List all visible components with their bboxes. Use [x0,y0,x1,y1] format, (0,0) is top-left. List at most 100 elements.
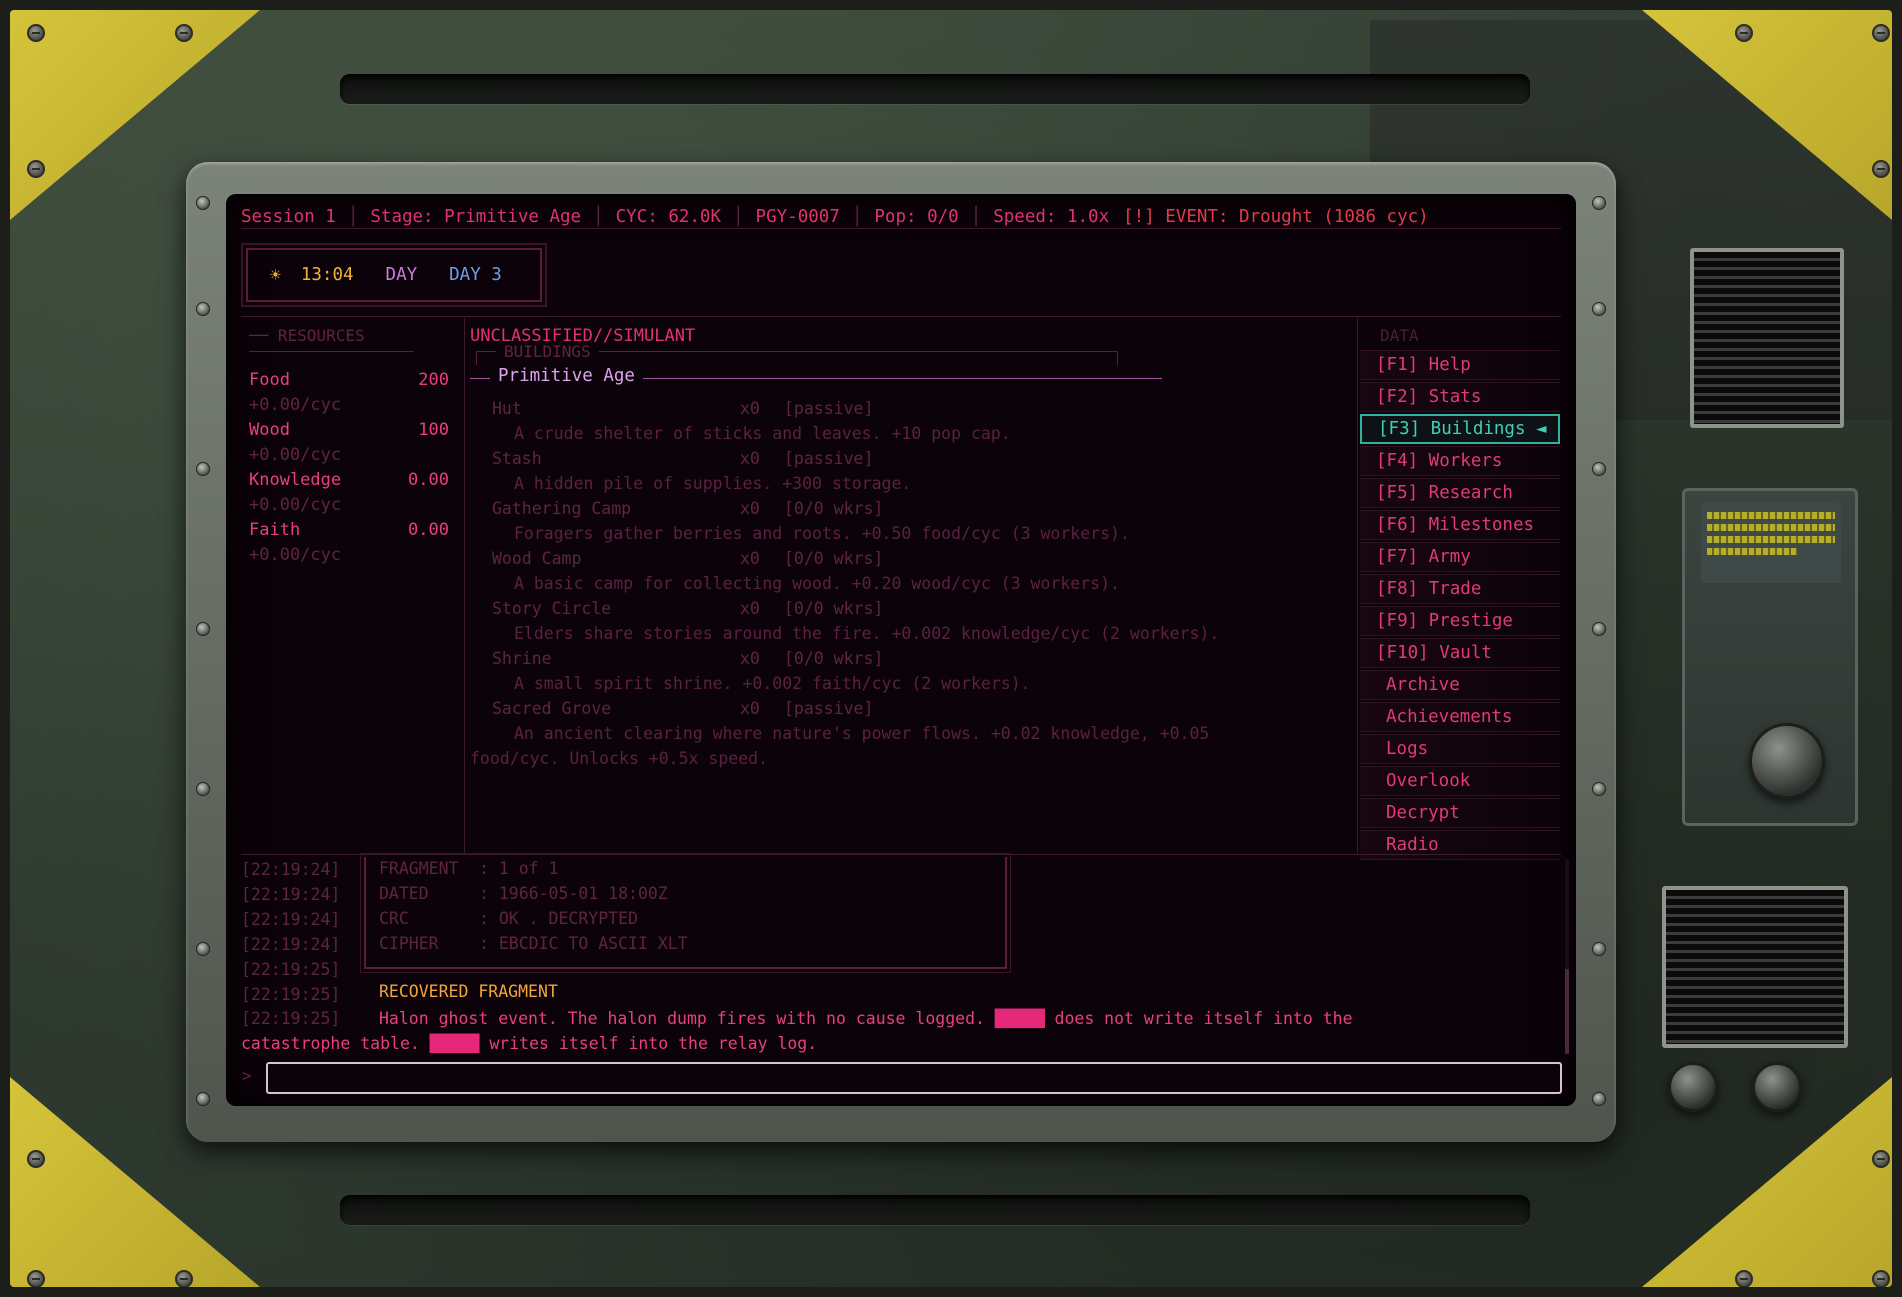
building-row[interactable]: Sacred Grove x0 [passive] [470,696,1350,721]
nav-item-radio[interactable]: Radio [1360,830,1560,860]
status-bar: Session 1 │ Stage: Primitive Age │ CYC: … [241,207,1561,229]
fragment-title: RECOVERED FRAGMENT [379,982,558,1001]
resource-row: Food 200 [249,368,449,393]
resource-rate: +0.00/cyc [249,545,342,565]
fragment-value: : 1 of 1 [479,859,559,878]
screw-icon [1735,1270,1753,1287]
log-panel: [22:19:24] [22:19:24] [22:19:24] [22:19:24]… [241,853,1551,1057]
nav-item-archive[interactable]: Archive [1360,670,1560,700]
building-count: x0 [740,649,760,668]
log-timestamp: [22:19:25] [241,960,341,979]
small-knob-right[interactable] [1752,1062,1802,1112]
dial-knob[interactable] [1749,723,1825,799]
nav-item-army[interactable]: [F7] Army [1360,542,1560,572]
nav-item-overlook[interactable]: Overlook [1360,766,1560,796]
building-name: Shrine [492,649,552,668]
building-mode: [passive] [784,699,874,718]
scrollbar-thumb[interactable] [1565,969,1569,1054]
resource-row: Faith 0.00 [249,518,449,543]
data-nav-panel: DATA [F1] Help [F2] Stats [F3] Buildings ◄… [1357,318,1561,860]
top-slot [340,74,1530,104]
resource-list: Food 200 +0.00/cyc Wood 100 +0.00/cyc Knowledg… [249,368,449,568]
nav-item-logs[interactable]: Logs [1360,734,1560,764]
building-mode: [0/0 wkrs] [784,549,884,568]
separator: │ [733,206,744,227]
building-name: Sacred Grove [492,699,612,718]
pop-label: Pop: 0/0 [874,206,959,227]
building-name: Wood Camp [492,549,582,568]
log-timestamp: [22:19:25] [241,985,341,1004]
fragment-key: FRAGMENT [379,859,459,878]
building-row[interactable]: Gathering Camp x0 [0/0 wkrs] [470,496,1350,521]
log-scrollbar[interactable] [1565,859,1569,1054]
resource-name: Knowledge [249,470,342,490]
building-row[interactable]: Story Circle x0 [0/0 wkrs] [470,596,1350,621]
fragment-key: CRC [379,909,409,928]
nav-item-workers[interactable]: [F4] Workers [1360,446,1560,476]
building-count: x0 [740,549,760,568]
building-count: x0 [740,499,760,518]
fragment-key: DATED [379,884,429,903]
resources-panel: ── RESOURCES Food 200 +0.00/cyc Wood 100 +0.0… [241,318,465,854]
building-description: A small spirit shrine. +0.002 faith/cyc … [514,674,1031,693]
sun-icon: ☀ [270,264,281,286]
small-knob-left[interactable] [1668,1062,1718,1112]
building-description: A hidden pile of supplies. +300 storage. [514,474,912,493]
log-timestamp: [22:19:24] [241,860,341,879]
nav-item-help[interactable]: [F1] Help [1360,350,1560,380]
building-description: A basic camp for collecting wood. +0.20 … [514,574,1120,593]
day-counter: DAY 3 [449,265,502,285]
building-count: x0 [740,599,760,618]
divider [241,316,1561,317]
separator: │ [970,206,982,227]
log-timestamp: [22:19:24] [241,910,341,929]
nav-item-prestige[interactable]: [F9] Prestige [1360,606,1560,636]
fragment-value: : 1966-05-01 18:00Z [479,884,668,903]
building-list: Hut x0 [passive] A crude shelter of sticks … [470,396,1350,771]
stage-label: Stage: Primitive Age [370,206,582,227]
building-mode: [0/0 wkrs] [784,599,884,618]
log-timestamp: [22:19:24] [241,935,341,954]
building-mode: [passive] [784,449,874,468]
building-row[interactable]: Stash x0 [passive] [470,446,1350,471]
day-phase: DAY [385,265,418,285]
screw-icon [27,1270,45,1287]
building-row[interactable]: Shrine x0 [0/0 wkrs] [470,646,1350,671]
separator: │ [593,206,604,227]
resource-rate: +0.00/cyc [249,395,342,415]
command-input[interactable] [266,1062,1562,1094]
nav-item-vault[interactable]: [F10] Vault [1360,638,1560,668]
divider [241,854,1561,855]
fragment-field: CIPHER: EBCDIC TO ASCII XLT [379,934,688,953]
nav-item-decrypt[interactable]: Decrypt [1360,798,1560,828]
separator: │ [851,206,863,227]
nav-item-milestones[interactable]: [F6] Milestones [1360,510,1560,540]
nav-item-stats[interactable]: [F2] Stats [1360,382,1560,412]
nav-item-achievements[interactable]: Achievements [1360,702,1560,732]
nav-item-trade[interactable]: [F8] Trade [1360,574,1560,604]
building-row[interactable]: Wood Camp x0 [0/0 wkrs] [470,546,1350,571]
building-row[interactable]: Hut x0 [passive] [470,396,1350,421]
nav-item-buildings[interactable]: [F3] Buildings ◄ [1360,414,1560,444]
resource-row: Wood 100 [249,418,449,443]
cyc-label: CYC: 62.0K [615,206,721,227]
resource-rate: +0.00/cyc [249,495,342,515]
clock-widget: ☀ 13:04 DAY DAY 3 [241,243,547,307]
redacted-block: █████ [994,1009,1045,1028]
nav-item-research[interactable]: [F5] Research [1360,478,1560,508]
screw-icon [1872,1150,1890,1168]
age-title: Primitive Age [490,366,643,386]
id-label: PGY-0007 [755,206,840,227]
nav-list: [F1] Help [F2] Stats [F3] Buildings ◄ [F4] … [1360,350,1560,862]
fragment-field: DATED : 1966-05-01 18:00Z [379,884,668,903]
prompt-glyph: > [242,1066,252,1085]
fragment-text: writes itself into the relay log. [489,1034,818,1053]
building-name: Hut [492,399,522,418]
building-mode: [0/0 wkrs] [784,649,884,668]
redacted-block: █████ [429,1034,480,1053]
rule-glyph: ── [249,326,278,345]
screw-icon [1872,160,1890,178]
screw-icon [27,1150,45,1168]
section-title: BUILDINGS [496,342,599,361]
top-vent [1690,248,1844,428]
